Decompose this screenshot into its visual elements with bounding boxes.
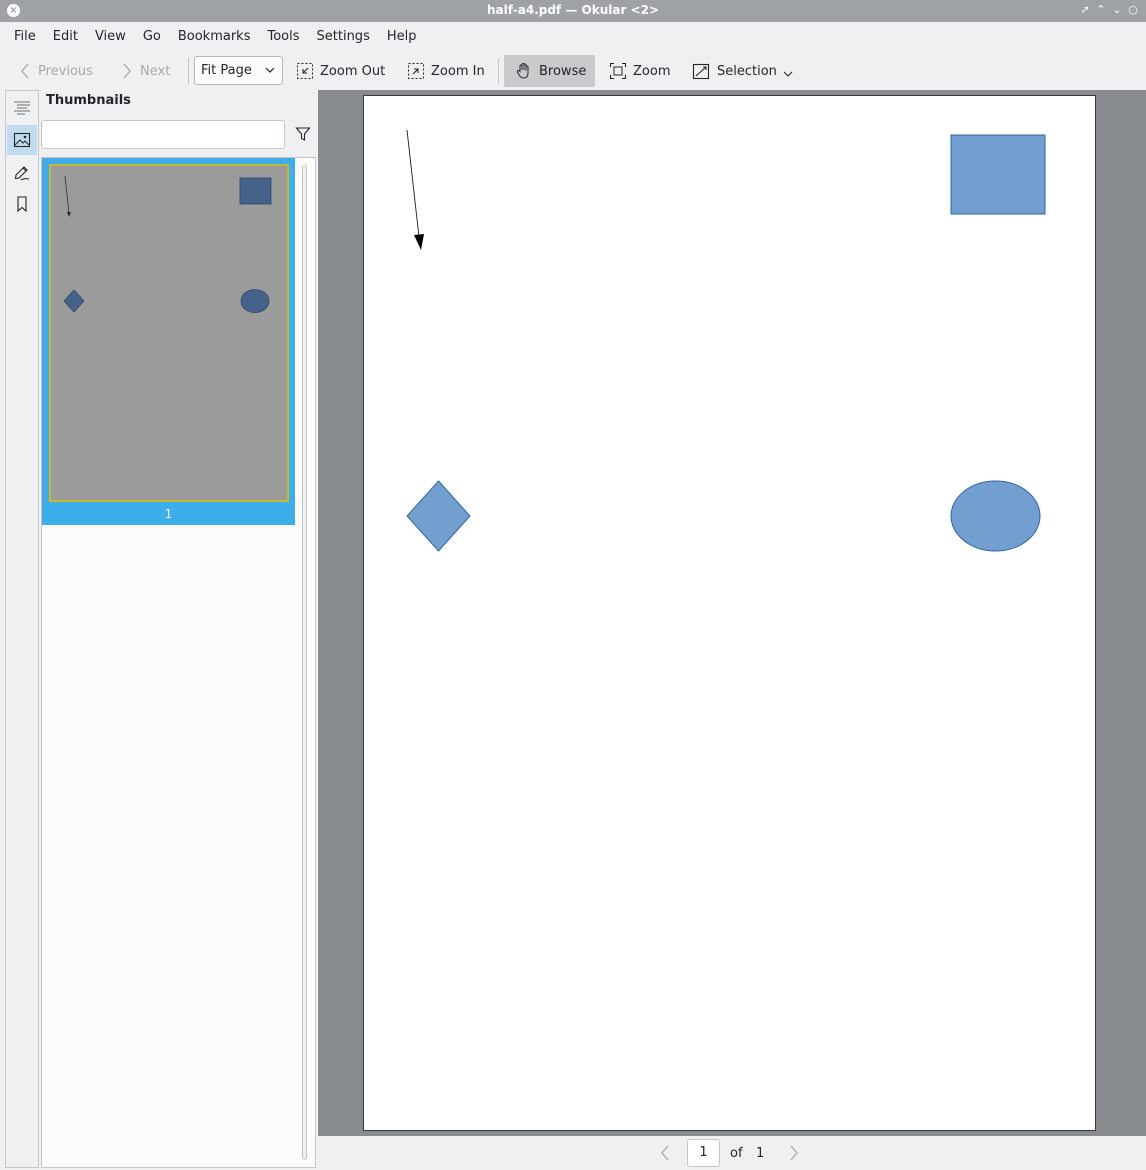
toolbar-separator [498, 58, 499, 84]
current-page-input[interactable]: 1 [687, 1139, 720, 1167]
thumbnail-page-preview [49, 164, 289, 502]
zoom-in-label: Zoom In [431, 63, 485, 79]
menu-settings[interactable]: Settings [309, 22, 378, 52]
maximize-button[interactable]: ○ [1128, 3, 1138, 16]
window-title: half-a4.pdf — Okular <2> [487, 3, 659, 17]
zoom-tool-label: Zoom [633, 63, 671, 79]
rectangle-shape [950, 134, 1046, 215]
previous-page-button[interactable] [658, 1136, 672, 1170]
menu-go[interactable]: Go [135, 22, 169, 52]
ellipse-shape [950, 480, 1041, 552]
menu-file[interactable]: File [6, 22, 44, 52]
next-button[interactable]: Next [120, 55, 170, 87]
next-page-button[interactable] [787, 1136, 801, 1170]
chevron-left-icon [661, 1145, 669, 1161]
thumbnails-tab[interactable] [7, 125, 37, 155]
zoom-out-label: Zoom Out [320, 63, 386, 79]
toolbar-separator [188, 58, 189, 84]
menu-edit[interactable]: Edit [45, 22, 86, 52]
thumbnail-scrollbar[interactable] [302, 165, 307, 1160]
total-pages-label: 1 [756, 1145, 765, 1161]
menu-view[interactable]: View [87, 22, 134, 52]
contents-tab[interactable] [7, 93, 37, 123]
window-controls: ➚ ⌃ ⌄ ○ [1080, 3, 1138, 16]
page-of-label: of [730, 1145, 743, 1161]
selection-icon [692, 63, 710, 80]
main-toolbar: Previous Next Fit Page Zoom Out Zoom In … [0, 52, 1146, 90]
menu-help[interactable]: Help [379, 22, 425, 52]
zoom-mode-select[interactable]: Fit Page [194, 56, 283, 85]
contents-icon [14, 101, 30, 115]
page-drawing [406, 129, 1046, 552]
chevron-right-icon [790, 1145, 798, 1161]
menu-bar: File Edit View Go Bookmarks Tools Settin… [0, 22, 1146, 52]
chevron-down-icon [265, 67, 275, 73]
diamond-shape [406, 480, 471, 552]
zoom-out-icon [297, 63, 313, 79]
page-navigation-bar: 1 of 1 [318, 1136, 1146, 1170]
next-label: Next [140, 63, 171, 79]
previous-button[interactable]: Previous [18, 55, 93, 87]
thumbnail-item[interactable]: 1 [42, 158, 295, 525]
menu-tools[interactable]: Tools [259, 22, 307, 52]
selection-tool-button[interactable]: Selection [692, 55, 795, 87]
document-viewer[interactable] [318, 90, 1146, 1136]
bookmarks-icon [17, 196, 27, 213]
zoom-in-icon [408, 63, 424, 79]
zoom-mode-value: Fit Page [201, 63, 252, 78]
title-bar: × half-a4.pdf — Okular <2> ➚ ⌃ ⌄ ○ [0, 0, 1146, 22]
sidebar-icon-strip [5, 90, 39, 1168]
filter-icon[interactable] [295, 125, 311, 143]
thumbnails-icon [13, 132, 31, 148]
keep-above-button[interactable]: ➚ [1080, 3, 1090, 16]
chevron-right-icon [123, 63, 131, 79]
chevron-left-icon [21, 63, 29, 79]
zoom-tool-button[interactable]: Zoom [609, 55, 670, 87]
zoom-out-button[interactable]: Zoom Out [296, 55, 385, 87]
chevron-down-icon [783, 71, 793, 77]
zoom-tool-icon [609, 62, 627, 80]
shade-button[interactable]: ⌃ [1096, 3, 1106, 16]
browse-label: Browse [539, 63, 587, 79]
arrow-shape [406, 129, 424, 250]
thumbnail-filter-input[interactable] [41, 120, 285, 149]
panel-title: Thumbnails [46, 93, 131, 108]
menu-bookmarks[interactable]: Bookmarks [170, 22, 259, 52]
thumbnail-page-number: 1 [164, 507, 173, 521]
previous-label: Previous [38, 63, 93, 79]
annotations-icon [14, 166, 30, 181]
bookmarks-tab[interactable] [7, 189, 37, 219]
document-page [363, 95, 1096, 1131]
zoom-in-button[interactable]: Zoom In [407, 55, 485, 87]
thumbnail-shapes [63, 175, 272, 313]
browse-tool-button[interactable]: Browse [504, 55, 596, 87]
annotations-tab[interactable] [7, 157, 37, 187]
selection-label: Selection [717, 63, 777, 79]
hand-icon [516, 62, 529, 79]
minimize-button[interactable]: ⌄ [1112, 3, 1122, 16]
